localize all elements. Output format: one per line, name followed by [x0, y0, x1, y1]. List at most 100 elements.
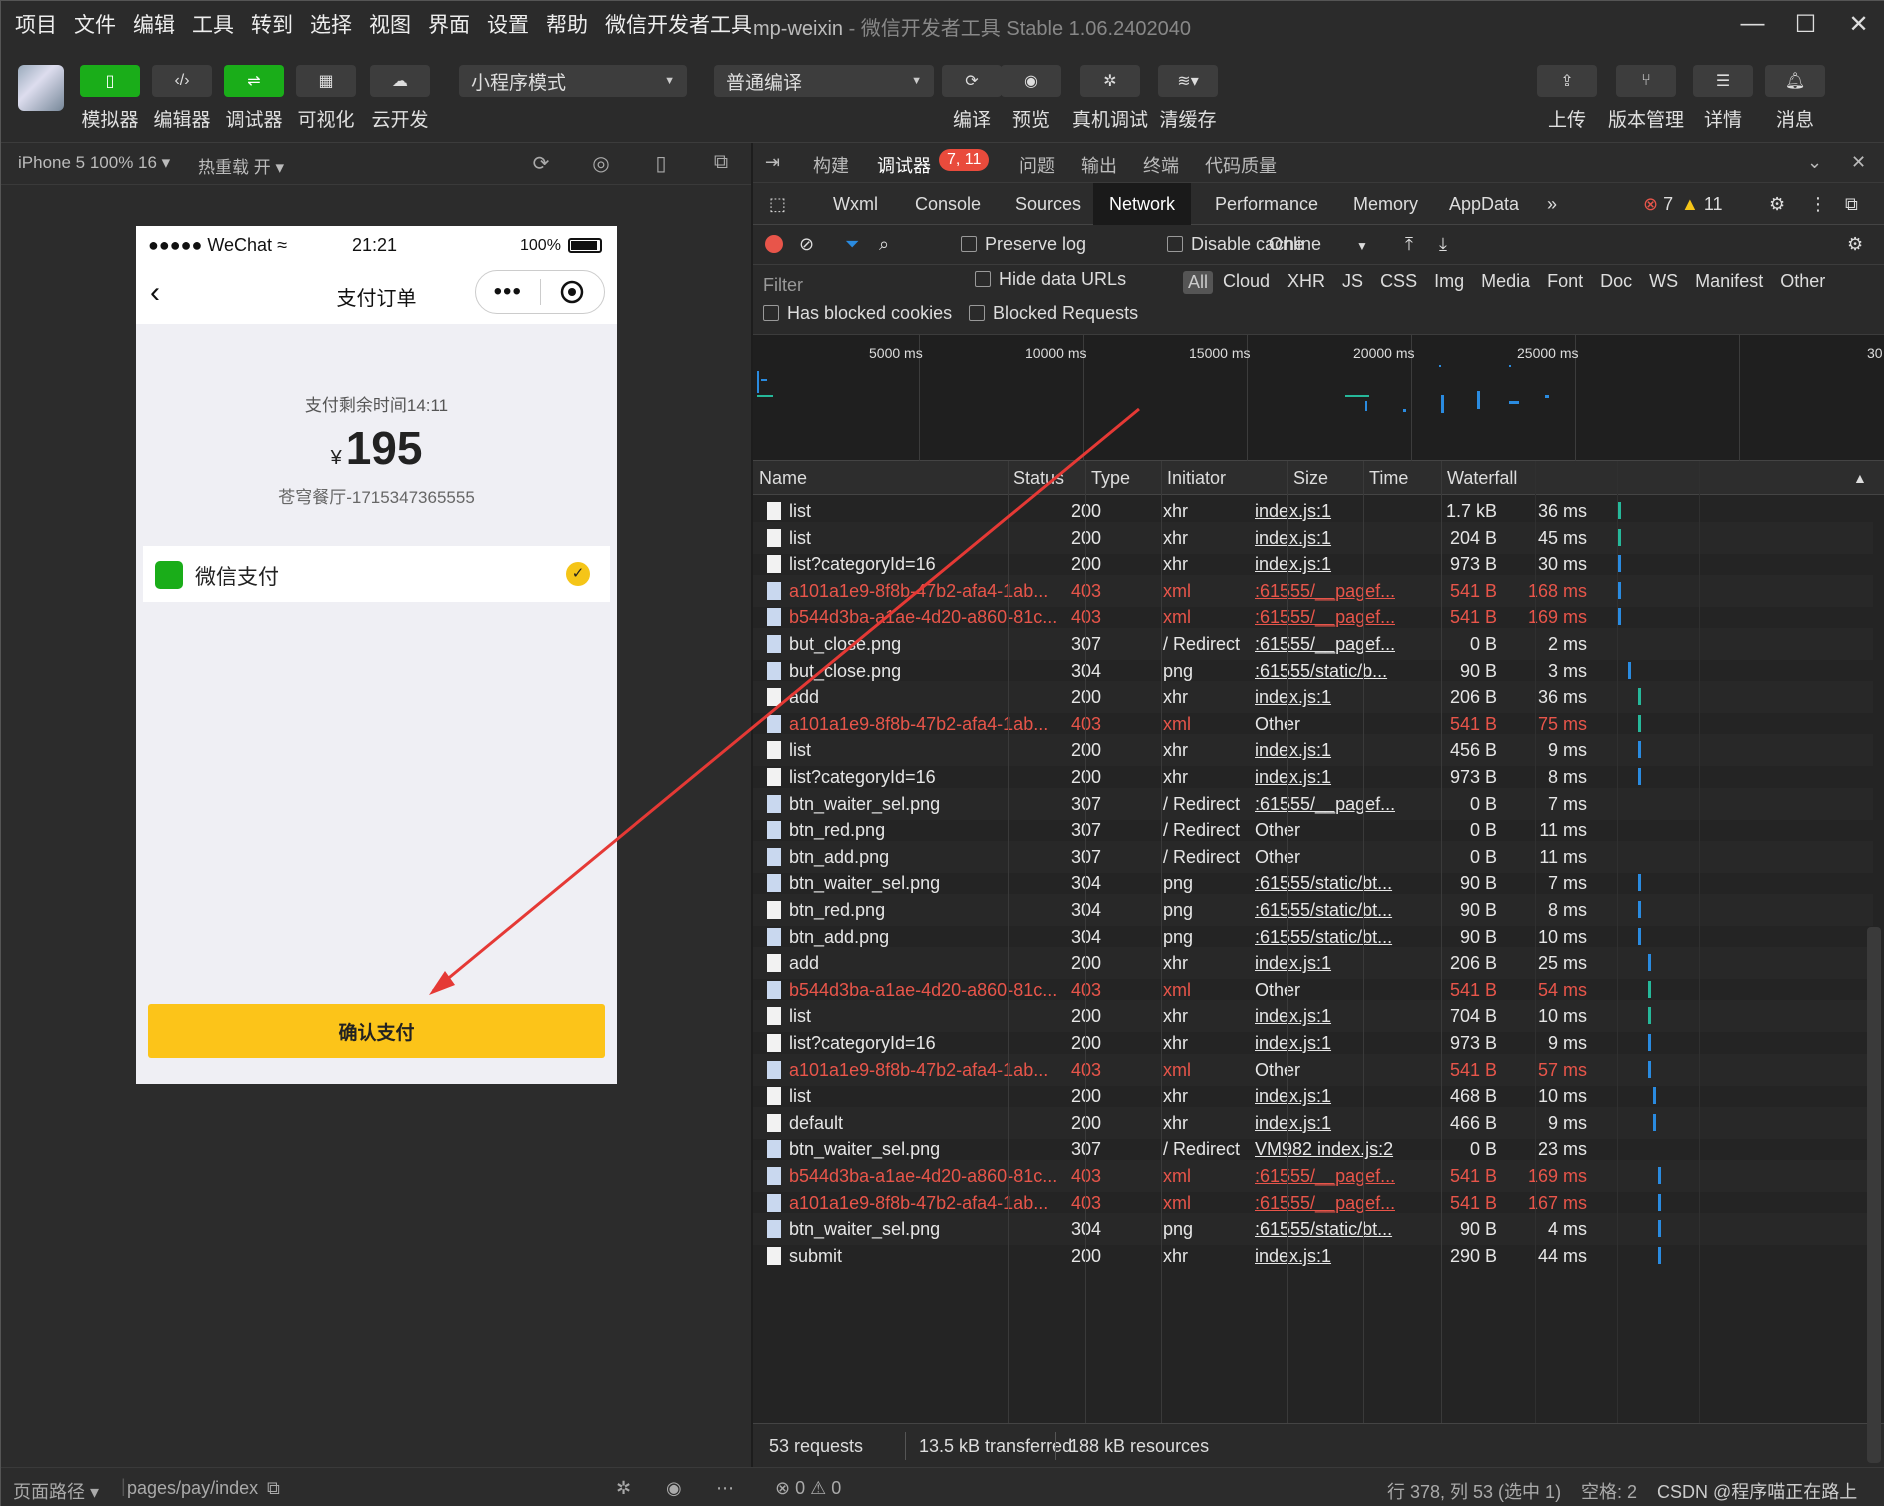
tab-memory[interactable]: Memory [1337, 183, 1434, 225]
col-type[interactable]: Type [1091, 468, 1130, 489]
upload-button[interactable]: ⇪ [1537, 65, 1597, 97]
preserve-log-checkbox[interactable]: Preserve log [961, 234, 1086, 255]
chevron-down-icon[interactable]: ⌄ [1807, 152, 1822, 173]
cell-initiator[interactable]: index.js:1 [1255, 767, 1395, 788]
type-filter[interactable]: CSS [1380, 271, 1417, 292]
cell-initiator[interactable]: index.js:1 [1255, 528, 1395, 549]
editor-button[interactable]: ‹/› [152, 65, 212, 97]
menu-item[interactable]: 转到 [251, 9, 293, 39]
type-filter[interactable]: Doc [1600, 271, 1632, 292]
cursor-position[interactable]: 行 378, 列 53 (选中 1) [1387, 1478, 1561, 1504]
indent-setting[interactable]: 空格: 2 [1581, 1478, 1637, 1504]
record-icon[interactable] [765, 235, 783, 253]
inspect-icon[interactable]: ⬚ [753, 183, 802, 225]
tab-console[interactable]: Console [899, 183, 997, 225]
filter-input[interactable]: Filter [763, 275, 963, 296]
tab-terminal[interactable]: 终端 [1143, 152, 1179, 178]
menu-item[interactable]: 编辑 [133, 9, 175, 39]
type-filter[interactable]: JS [1342, 271, 1363, 292]
cell-initiator[interactable]: :61555/__pagef... [1255, 634, 1395, 655]
debugger-button[interactable]: ⇌ [224, 65, 284, 97]
cell-initiator[interactable]: index.js:1 [1255, 501, 1395, 522]
cell-initiator[interactable]: :61555/static/b... [1255, 661, 1395, 682]
step-icon[interactable]: ⇥ [765, 152, 780, 173]
type-filter[interactable]: WS [1649, 271, 1678, 292]
hide-data-urls-checkbox[interactable]: Hide data URLs [975, 269, 1126, 290]
col-time[interactable]: Time [1369, 468, 1408, 489]
device-select[interactable]: iPhone 5 100% 16 ▾ [18, 153, 170, 173]
close-target-icon[interactable] [541, 279, 605, 305]
compile-select[interactable]: 普通编译 ▼ [714, 65, 934, 97]
messages-button[interactable]: 🔔︎ [1765, 65, 1825, 97]
close-icon[interactable]: ✕ [1832, 1, 1884, 47]
phone-icon[interactable]: ▯ [649, 151, 673, 175]
menu-item[interactable]: 工具 [192, 9, 234, 39]
clear-cache-button[interactable]: ≋▾ [1158, 65, 1218, 97]
col-initiator[interactable]: Initiator [1167, 468, 1226, 489]
pay-method-option[interactable]: 微信支付 ✓ [143, 546, 610, 602]
sort-up-icon[interactable]: ▲ [1853, 470, 1867, 486]
upload-icon[interactable]: ⤒ [1405, 234, 1413, 255]
col-name[interactable]: Name [759, 468, 807, 489]
more-icon[interactable]: ⋯ [716, 1478, 734, 1499]
table-row[interactable]: submit 200 xhr index.js:1 290 B 44 ms [753, 1240, 1873, 1272]
type-filter[interactable]: Font [1547, 271, 1583, 292]
compile-button[interactable]: ⟳ [942, 65, 1002, 97]
cell-initiator[interactable]: index.js:1 [1255, 740, 1395, 761]
tab-output[interactable]: 输出 [1081, 152, 1117, 178]
details-button[interactable]: ☰ [1693, 65, 1753, 97]
type-filter[interactable]: Manifest [1695, 271, 1763, 292]
popout-icon[interactable]: ⧉ [709, 151, 733, 175]
type-filter[interactable]: Img [1434, 271, 1464, 292]
cell-initiator[interactable]: :61555/__pagef... [1255, 581, 1395, 602]
col-size[interactable]: Size [1293, 468, 1328, 489]
minimize-icon[interactable]: — [1726, 1, 1779, 47]
record-icon[interactable]: ◎ [589, 151, 613, 175]
dock-icon[interactable]: ⧉ [1829, 183, 1874, 225]
clear-icon[interactable]: ⊘ [799, 234, 814, 255]
tab-code-quality[interactable]: 代码质量 [1205, 152, 1277, 178]
throttle-select[interactable]: Online ▼ [1269, 234, 1368, 255]
cell-initiator[interactable]: :61555/static/bt... [1255, 900, 1395, 921]
menu-item[interactable]: 微信开发者工具 [605, 9, 752, 39]
maximize-icon[interactable]: ☐ [1779, 1, 1832, 47]
tab-network[interactable]: Network [1093, 183, 1192, 225]
rotate-icon[interactable]: ⟳ [529, 151, 553, 175]
type-filter[interactable]: Other [1780, 271, 1825, 292]
tab-debugger[interactable]: 调试器 [877, 152, 931, 186]
tab-sources[interactable]: Sources [999, 183, 1097, 225]
cell-initiator[interactable]: :61555/static/bt... [1255, 873, 1395, 894]
visual-button[interactable]: ▦ [296, 65, 356, 97]
search-icon[interactable]: ⌕ [879, 234, 889, 255]
col-status[interactable]: Status [1013, 468, 1064, 489]
hot-reload-toggle[interactable]: 热重载 开 ▾ [198, 153, 284, 178]
simulator-button[interactable]: ▯ [80, 65, 140, 97]
filter-icon[interactable]: ⏷ [845, 234, 859, 255]
cell-initiator[interactable]: :61555/__pagef... [1255, 794, 1395, 815]
cell-initiator[interactable]: :61555/__pagef... [1255, 1166, 1395, 1187]
blocked-requests-checkbox[interactable]: Blocked Requests [969, 303, 1138, 324]
more-icon[interactable]: ••• [476, 278, 540, 306]
eye-icon[interactable]: ◉ [666, 1478, 682, 1499]
cell-initiator[interactable]: index.js:1 [1255, 554, 1395, 575]
avatar[interactable] [18, 65, 64, 111]
tab-appdata[interactable]: AppData [1433, 183, 1535, 225]
menu-item[interactable]: 文件 [74, 9, 116, 39]
cell-initiator[interactable]: index.js:1 [1255, 1246, 1395, 1267]
menu-item[interactable]: 帮助 [546, 9, 588, 39]
cell-initiator[interactable]: index.js:1 [1255, 1086, 1395, 1107]
cell-initiator[interactable]: index.js:1 [1255, 1006, 1395, 1027]
tab-performance[interactable]: Performance [1199, 183, 1334, 225]
cell-initiator[interactable]: :61555/__pagef... [1255, 1193, 1395, 1214]
mode-select[interactable]: 小程序模式 ▼ [459, 65, 687, 97]
cell-initiator[interactable]: :61555/static/bt... [1255, 927, 1395, 948]
gear-icon[interactable]: ⚙ [1847, 234, 1863, 255]
tab-build[interactable]: 构建 [813, 152, 849, 178]
menu-item[interactable]: 界面 [428, 9, 470, 39]
filter-all[interactable]: All [1183, 271, 1214, 294]
type-filter[interactable]: Media [1481, 271, 1530, 292]
cell-initiator[interactable]: :61555/__pagef... [1255, 607, 1395, 628]
network-scrollbar[interactable] [1867, 927, 1881, 1463]
bug-icon[interactable]: ✲ [616, 1478, 631, 1499]
preview-button[interactable]: ◉ [1001, 65, 1061, 97]
